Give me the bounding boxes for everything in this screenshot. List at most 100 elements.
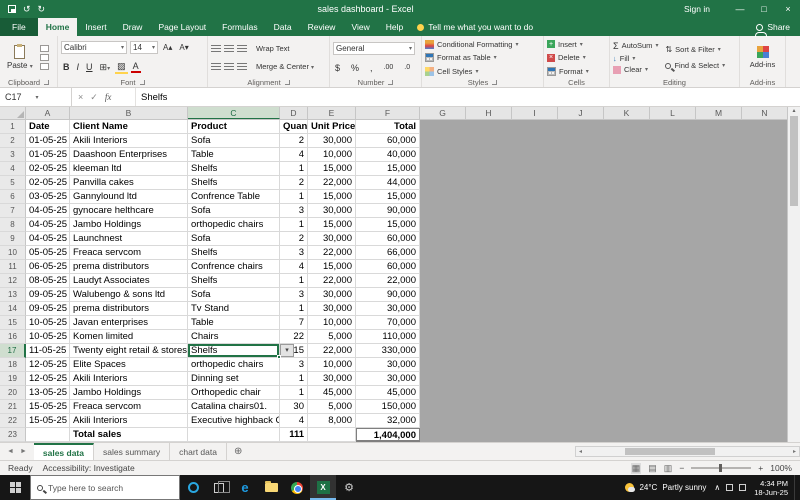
cell-A10[interactable]: 05-05-25 (26, 246, 70, 260)
file-explorer-button[interactable] (258, 475, 284, 500)
hscroll-left-icon[interactable]: ◂ (576, 448, 585, 455)
enter-icon[interactable]: ✓ (90, 92, 98, 103)
network-icon[interactable] (726, 484, 734, 491)
page-break-view-icon[interactable]: ▥ (664, 463, 673, 474)
percent-format-icon[interactable]: % (349, 63, 361, 73)
normal-view-icon[interactable]: ▦ (630, 462, 642, 474)
font-name-select[interactable]: Calibri ▾ (61, 41, 127, 55)
font-color-icon[interactable]: A (130, 61, 141, 74)
ribbon-tab-review[interactable]: Review (300, 18, 344, 36)
cell-F7[interactable]: 90,000 (356, 204, 420, 218)
cell-A15[interactable]: 10-05-25 (26, 316, 70, 330)
column-header-N[interactable]: N (742, 107, 788, 119)
hscroll-right-icon[interactable]: ▸ (790, 448, 799, 455)
comma-format-icon[interactable]: , (368, 63, 375, 73)
cell-F5[interactable]: 44,000 (356, 176, 420, 190)
align-middle-icon[interactable] (224, 44, 234, 53)
cell-D7[interactable]: 3 (280, 204, 308, 218)
name-box[interactable]: C17 ▾ (0, 88, 72, 106)
save-icon[interactable] (8, 5, 16, 13)
sheet-tab-sales-data[interactable]: sales data (33, 443, 94, 460)
row-header-10[interactable]: 10 (0, 246, 26, 260)
cell-A1[interactable]: Date (26, 120, 70, 134)
zoom-slider-thumb[interactable] (719, 464, 723, 472)
cell-A23[interactable] (26, 428, 70, 442)
cell-A17[interactable]: 11-05-25 (26, 344, 70, 358)
cell-F10[interactable]: 66,000 (356, 246, 420, 260)
cell-F14[interactable]: 30,000 (356, 302, 420, 316)
weather-widget[interactable]: 24°C Partly sunny (625, 483, 706, 492)
cell-C17[interactable]: Shelfs ▾ (188, 344, 294, 359)
ribbon-tab-draw[interactable]: Draw (115, 18, 151, 36)
ribbon-tab-home[interactable]: Home (37, 18, 78, 36)
row-header-5[interactable]: 5 (0, 176, 26, 190)
cell-A8[interactable]: 04-05-25 (26, 218, 70, 232)
sign-in-button[interactable]: Sign in (678, 4, 716, 14)
cell-E1[interactable]: Unit Price (308, 120, 356, 134)
cell-D5[interactable]: 2 (280, 176, 308, 190)
cell-E21[interactable]: 5,000 (308, 400, 356, 414)
cut-icon[interactable] (39, 45, 49, 52)
insert-cells-button[interactable]: + Insert ▾ (547, 40, 606, 49)
cell-D2[interactable]: 2 (280, 134, 308, 148)
cell-F15[interactable]: 70,000 (356, 316, 420, 330)
cell-B18[interactable]: Elite Spaces (70, 358, 188, 372)
close-button[interactable]: × (776, 0, 800, 18)
cell-F21[interactable]: 150,000 (356, 400, 420, 414)
start-button[interactable] (0, 482, 30, 493)
grow-font-icon[interactable]: A▴ (161, 43, 174, 52)
page-layout-view-icon[interactable]: ▤ (648, 463, 657, 474)
cell-D15[interactable]: 7 (280, 316, 308, 330)
clipboard-dialog-launcher[interactable] (44, 79, 50, 85)
row-header-3[interactable]: 3 (0, 148, 26, 162)
row-header-4[interactable]: 4 (0, 162, 26, 176)
shrink-font-icon[interactable]: A▾ (177, 43, 190, 52)
horizontal-scroll-thumb[interactable] (625, 448, 716, 455)
cell-B6[interactable]: Gannylound ltd (70, 190, 188, 204)
cell-C11[interactable]: Confrence chairs (188, 260, 280, 274)
cell-D3[interactable]: 4 (280, 148, 308, 162)
addins-button[interactable]: Add-ins (750, 60, 775, 69)
column-header-K[interactable]: K (604, 107, 650, 119)
zoom-out-icon[interactable]: − (679, 463, 684, 473)
cell-styles-button[interactable]: Cell Styles ▾ (425, 66, 540, 76)
cell-A11[interactable]: 06-05-25 (26, 260, 70, 274)
align-top-icon[interactable] (211, 44, 221, 53)
cell-A3[interactable]: 01-05-25 (26, 148, 70, 162)
cell-C9[interactable]: Sofa (188, 232, 280, 246)
cell-C19[interactable]: Dinning set (188, 372, 280, 386)
underline-button[interactable]: U (84, 62, 95, 72)
cell-A14[interactable]: 09-05-25 (26, 302, 70, 316)
cell-B1[interactable]: Client Name (70, 120, 188, 134)
column-header-E[interactable]: E (308, 107, 356, 119)
alignment-dialog-launcher[interactable] (284, 79, 290, 85)
cell-A4[interactable]: 02-05-25 (26, 162, 70, 176)
cell-E22[interactable]: 8,000 (308, 414, 356, 428)
format-as-table-button[interactable]: Format as Table ▾ (425, 53, 540, 62)
cell-F13[interactable]: 90,000 (356, 288, 420, 302)
row-header-11[interactable]: 11 (0, 260, 26, 274)
zoom-slider[interactable] (691, 464, 752, 472)
cell-B20[interactable]: Jambo Holdings (70, 386, 188, 400)
cell-D6[interactable]: 1 (280, 190, 308, 204)
row-header-23[interactable]: 23 (0, 428, 26, 442)
cell-C1[interactable]: Product (188, 120, 280, 134)
column-header-F[interactable]: F (356, 107, 420, 119)
row-header-6[interactable]: 6 (0, 190, 26, 204)
cell-E12[interactable]: 22,000 (308, 274, 356, 288)
cell-E23[interactable] (308, 428, 356, 442)
find-select-button[interactable]: Find & Select ▾ (665, 61, 725, 70)
horizontal-scrollbar[interactable]: ◂ ▸ (575, 446, 800, 457)
cell-D18[interactable]: 3 (280, 358, 308, 372)
excel-taskbar-button[interactable]: X (310, 475, 336, 500)
taskbar-search-box[interactable]: Type here to search (30, 475, 180, 500)
align-left-icon[interactable] (211, 62, 221, 71)
redo-icon[interactable]: ↻ (38, 4, 46, 15)
column-header-H[interactable]: H (466, 107, 512, 119)
cortana-button[interactable] (180, 475, 206, 500)
cell-A13[interactable]: 09-05-25 (26, 288, 70, 302)
cell-A22[interactable]: 15-05-25 (26, 414, 70, 428)
cell-B2[interactable]: Akili Interiors (70, 134, 188, 148)
row-header-1[interactable]: 1 (0, 120, 26, 134)
column-header-I[interactable]: I (512, 107, 558, 119)
